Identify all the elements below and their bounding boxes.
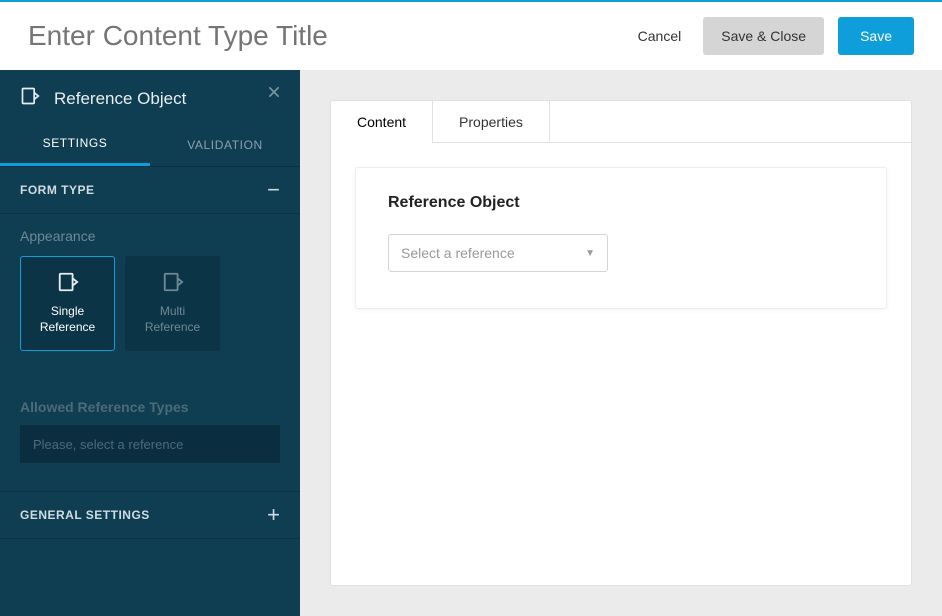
appearance-label: Appearance [20,228,280,244]
allowed-types-input[interactable] [20,425,280,463]
tab-settings[interactable]: SETTINGS [0,123,150,166]
select-placeholder: Select a reference [401,245,515,261]
single-reference-icon [57,271,79,296]
main-area: Content Properties Reference Object Sele… [300,70,942,616]
single-reference-label: Single Reference [40,304,95,335]
card-title: Reference Object [388,194,854,212]
chevron-down-icon: ▼ [585,248,595,259]
reference-select[interactable]: Select a reference ▼ [388,234,608,272]
reference-card: Reference Object Select a reference ▼ [355,167,887,309]
panel-tab-content[interactable]: Content [331,101,433,143]
multi-reference-icon [162,271,184,296]
single-reference-card[interactable]: Single Reference [20,256,115,351]
close-icon[interactable] [266,84,282,105]
sidebar-title: Reference Object [54,89,186,109]
cancel-button[interactable]: Cancel [630,18,690,54]
collapse-icon[interactable]: − [267,183,280,197]
sidebar: Reference Object SETTINGS VALIDATION FOR… [0,70,300,616]
section-form-type: FORM TYPE [20,183,95,197]
allowed-types-label: Allowed Reference Types [20,399,280,415]
tab-validation[interactable]: VALIDATION [150,123,300,166]
save-button[interactable]: Save [838,17,914,55]
save-close-button[interactable]: Save & Close [703,17,824,55]
multi-reference-card[interactable]: Multi Reference [125,256,220,351]
multi-reference-label: Multi Reference [145,304,200,335]
panel-tab-properties[interactable]: Properties [433,101,550,143]
title-input[interactable] [28,20,630,52]
section-general: GENERAL SETTINGS [20,508,150,522]
reference-icon [20,86,40,111]
expand-icon[interactable]: + [267,508,280,522]
